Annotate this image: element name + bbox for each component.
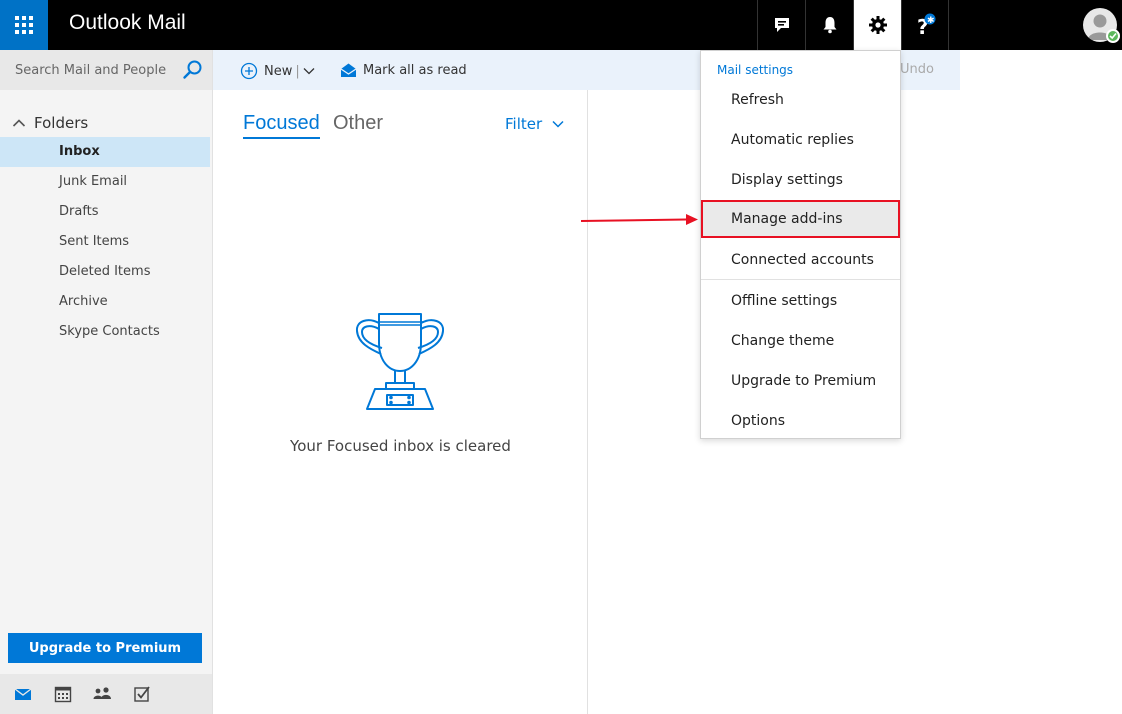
- menu-item-automatic-replies[interactable]: Automatic replies: [701, 121, 900, 159]
- folder-item-sent-items[interactable]: Sent Items: [0, 227, 210, 257]
- folder-item-inbox[interactable]: Inbox: [0, 137, 210, 167]
- new-button-label: New: [264, 63, 293, 79]
- filter-label: Filter: [505, 115, 543, 133]
- bell-icon: [823, 17, 836, 34]
- svg-text:✱: ✱: [927, 16, 935, 26]
- settings-menu: Mail settings Refresh Automatic replies …: [700, 50, 901, 439]
- presence-available-icon: [1106, 29, 1120, 43]
- gear-icon: [868, 16, 887, 34]
- chevron-down-icon[interactable]: [303, 67, 315, 75]
- chat-icon: [774, 18, 789, 32]
- filter-button[interactable]: Filter: [505, 115, 564, 133]
- new-button[interactable]: New |: [240, 62, 315, 80]
- folders-toggle[interactable]: Folders: [12, 114, 88, 132]
- search-icon[interactable]: [182, 59, 204, 81]
- menu-item-connected-accounts[interactable]: Connected accounts: [701, 241, 900, 279]
- folder-item-deleted-items[interactable]: Deleted Items: [0, 257, 210, 287]
- menu-item-manage-add-ins[interactable]: Manage add-ins: [701, 200, 900, 238]
- people-icon[interactable]: [92, 684, 112, 704]
- undo-button[interactable]: Undo: [900, 62, 934, 77]
- menu-item-upgrade-premium[interactable]: Upgrade to Premium: [701, 362, 900, 400]
- menu-divider: [701, 279, 900, 280]
- new-separator: |: [295, 63, 300, 79]
- menu-item-display-settings[interactable]: Display settings: [701, 161, 900, 199]
- mark-all-read-button[interactable]: Mark all as read: [340, 62, 467, 78]
- annotation-arrow: [580, 214, 698, 225]
- help-button[interactable]: ? ✱: [901, 0, 949, 50]
- folder-list: Inbox Junk Email Drafts Sent Items Delet…: [0, 137, 210, 347]
- plus-circle-icon: [240, 62, 258, 80]
- empty-inbox-message: Your Focused inbox is cleared: [290, 437, 511, 455]
- menu-item-offline-settings[interactable]: Offline settings: [701, 282, 900, 320]
- notifications-button[interactable]: [805, 0, 853, 50]
- app-title: Outlook Mail: [69, 11, 186, 34]
- help-icon: ? ✱: [917, 13, 936, 38]
- left-nav: Folders Inbox Junk Email Drafts Sent Ite…: [0, 50, 213, 714]
- folder-item-drafts[interactable]: Drafts: [0, 197, 210, 227]
- top-bar: Outlook Mail ? ✱: [0, 0, 1122, 50]
- folder-item-skype-contacts[interactable]: Skype Contacts: [0, 317, 210, 347]
- folders-heading: Folders: [34, 114, 89, 132]
- menu-item-options[interactable]: Options: [701, 402, 900, 440]
- mark-all-read-label: Mark all as read: [363, 62, 467, 78]
- calendar-icon[interactable]: [53, 684, 73, 704]
- search-input[interactable]: [0, 50, 180, 90]
- trophy-icon: [355, 313, 445, 410]
- tasks-icon[interactable]: [132, 684, 152, 704]
- settings-menu-heading: Mail settings: [717, 63, 794, 77]
- tab-focused[interactable]: Focused: [243, 112, 320, 139]
- module-switcher: [0, 674, 212, 714]
- menu-item-change-theme[interactable]: Change theme: [701, 322, 900, 360]
- app-launcher-button[interactable]: [0, 0, 48, 50]
- settings-button[interactable]: [853, 0, 901, 50]
- mail-icon[interactable]: [13, 684, 33, 704]
- tab-other[interactable]: Other: [333, 112, 383, 135]
- folder-item-archive[interactable]: Archive: [0, 287, 210, 317]
- upgrade-premium-button[interactable]: Upgrade to Premium: [8, 633, 202, 663]
- message-list: Focused Other Filter Your Focused inbox …: [213, 90, 588, 714]
- chevron-down-icon: [552, 120, 564, 128]
- waffle-icon: [15, 16, 33, 34]
- chevron-up-icon: [12, 119, 26, 127]
- menu-item-refresh[interactable]: Refresh: [701, 81, 900, 119]
- open-envelope-icon: [340, 63, 357, 77]
- search-box: [0, 50, 212, 90]
- folder-item-junk-email[interactable]: Junk Email: [0, 167, 210, 197]
- chat-button[interactable]: [757, 0, 805, 50]
